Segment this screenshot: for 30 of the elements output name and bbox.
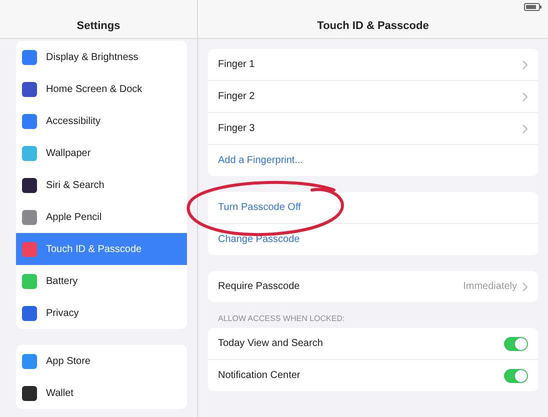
section-header: ALLOW ACCESS WHEN LOCKED: [217, 314, 346, 325]
battery-icon [524, 3, 542, 11]
toggle-switch[interactable] [504, 336, 528, 350]
settings-row[interactable]: Finger 3 [208, 113, 538, 145]
settings-row: Today View and Search [208, 328, 538, 360]
settings-row[interactable]: Require Passcode Immediately [208, 271, 538, 302]
chevron-icon [522, 60, 528, 70]
link-row[interactable]: Change Passcode [208, 224, 538, 255]
chevron-icon [522, 282, 528, 292]
settings-row: Notification Center [208, 360, 538, 391]
chevron-icon [522, 124, 528, 134]
settings-row[interactable]: Finger 2 [208, 81, 538, 113]
sidebar-item[interactable]: Touch ID & Passcode [16, 233, 187, 265]
toggle-switch[interactable] [504, 368, 528, 382]
sidebar-item[interactable]: Siri & Search [16, 169, 187, 201]
sidebar-item[interactable]: Battery [16, 265, 187, 297]
sidebar-item[interactable]: Accessibility [16, 105, 187, 137]
link-row[interactable]: Add a Fingerprint... [208, 145, 538, 176]
link-row[interactable]: Turn Passcode Off [208, 192, 538, 224]
settings-row[interactable]: Finger 1 [208, 49, 538, 81]
sidebar-item[interactable]: Home Screen & Dock [16, 73, 187, 105]
sidebar-item[interactable]: Display & Brightness [16, 41, 187, 73]
sidebar-item[interactable]: Wallet [16, 377, 187, 409]
sidebar-title: Settings [76, 19, 122, 34]
sidebar-item[interactable]: Apple Pencil [16, 201, 187, 233]
chevron-icon [522, 92, 528, 102]
sidebar-item[interactable]: Wallpaper [16, 137, 187, 169]
page-title: Touch ID & Passcode [316, 19, 430, 34]
sidebar-item[interactable]: Privacy [16, 297, 187, 329]
sidebar-item[interactable]: App Store [16, 345, 187, 377]
